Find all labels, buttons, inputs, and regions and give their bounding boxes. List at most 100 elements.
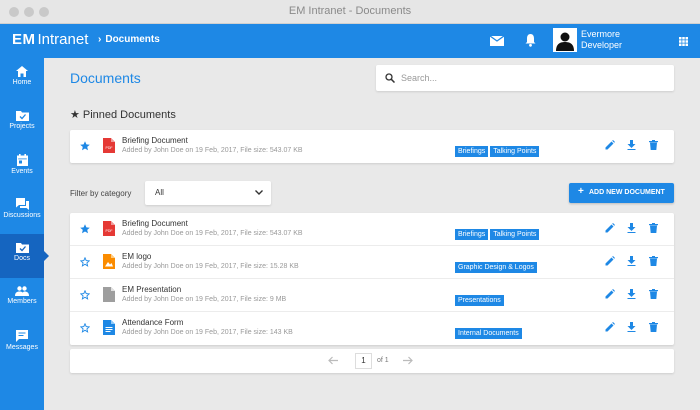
pinned-heading-text: Pinned Documents [82,109,176,121]
search-box [376,65,674,91]
sidebar-item-members[interactable]: Members [0,278,44,322]
mail-icon[interactable] [490,36,504,46]
svg-text:PDF: PDF [106,229,113,233]
sidebar-item-home[interactable]: Home [0,58,44,102]
avatar[interactable] [553,28,577,52]
docs-folder-icon [15,243,29,253]
download-icon[interactable] [627,289,636,299]
app-logo[interactable]: EM Intranet [12,31,88,48]
document-meta: Added by John Doe on 19 Feb, 2017, File … [122,147,303,154]
document-meta: Added by John Doe on 19 Feb, 2017, File … [122,263,299,270]
tag-badge[interactable]: Briefings [455,229,489,240]
category-select-value: All [155,188,164,197]
doc-file-icon [103,320,115,335]
delete-trash-icon[interactable] [649,289,658,299]
star-filled-icon[interactable] [80,141,90,151]
window-titlebar: EM Intranet - Documents [0,0,700,24]
table-row[interactable]: EM Presentation Added by John Doe on 19 … [70,279,674,312]
tag-badge[interactable]: Presentations [455,295,504,306]
apps-grid-icon[interactable] [679,37,688,46]
document-name[interactable]: Attendance Form [122,318,183,327]
logo-text: Intranet [37,31,89,48]
tag-list: Graphic Design & Logos [455,256,539,274]
edit-pencil-icon[interactable] [605,140,615,150]
arrow-left-icon[interactable] [328,356,338,365]
table-row[interactable]: Attendance Form Added by John Doe on 19 … [70,312,674,345]
document-meta: Added by John Doe on 19 Feb, 2017, File … [122,329,293,336]
tag-list: Presentations [455,289,506,307]
filter-label: Filter by category [70,189,132,198]
add-new-document-button[interactable]: + ADD NEW DOCUMENT [569,183,674,203]
sidebar-item-label: Discussions [3,212,41,219]
search-icon [385,73,395,83]
chat-icon [15,198,29,210]
sidebar-item-discussions[interactable]: Discussions [0,190,44,234]
sidebar-item-docs[interactable]: Docs [0,234,49,278]
tag-list: Briefings Talking Points [455,140,541,158]
document-meta: Added by John Doe on 19 Feb, 2017, File … [122,230,303,237]
delete-trash-icon[interactable] [649,256,658,266]
plus-icon: + [578,186,584,197]
presentation-file-icon [103,287,115,302]
table-row[interactable]: EM logo Added by John Doe on 19 Feb, 201… [70,246,674,279]
tag-list: Briefings Talking Points [455,223,541,241]
star-filled-icon[interactable] [80,224,90,234]
download-icon[interactable] [627,322,636,332]
home-icon [16,66,28,77]
tag-badge[interactable]: Talking Points [490,146,540,157]
category-select[interactable]: All [145,181,271,205]
search-input[interactable] [401,69,661,87]
documents-table: PDF Briefing Document Added by John Doe … [70,213,674,345]
chevron-down-icon [255,190,263,195]
pdf-file-icon: PDF [103,138,115,153]
window-title: EM Intranet - Documents [288,5,412,17]
tag-badge[interactable]: Talking Points [490,229,540,240]
sidebar-item-label: Docs [14,255,30,262]
document-name[interactable]: Briefing Document [122,219,188,228]
folder-check-icon [15,111,29,121]
download-icon[interactable] [627,140,636,150]
star-outline-icon[interactable] [80,290,90,300]
svg-text:PDF: PDF [106,146,113,150]
pdf-file-icon: PDF [103,221,115,236]
image-file-icon [103,254,115,269]
download-icon[interactable] [627,223,636,233]
arrow-right-icon[interactable] [403,356,413,365]
star-outline-icon[interactable] [80,323,90,333]
sidebar-item-messages[interactable]: Messages [0,322,44,366]
sidebar-item-label: Members [7,298,37,305]
document-name[interactable]: Briefing Document [122,136,188,145]
user-name[interactable]: Evermore Developer [581,29,622,51]
sidebar-item-label: Events [11,168,33,175]
bell-icon[interactable] [525,33,536,47]
chevron-right-icon: › [98,34,102,45]
document-name[interactable]: EM Presentation [122,285,181,294]
pinned-heading: ★ Pinned Documents [70,108,176,121]
page-total: of 1 [377,357,389,364]
edit-pencil-icon[interactable] [605,322,615,332]
sidebar-nav: Home Projects Events Discussions Docs Me… [0,58,49,410]
tag-badge[interactable]: Internal Documents [455,328,522,339]
tag-badge[interactable]: Graphic Design & Logos [455,262,537,273]
sidebar-item-events[interactable]: Events [0,146,44,190]
sidebar-item-projects[interactable]: Projects [0,102,44,146]
delete-trash-icon[interactable] [649,322,658,332]
edit-pencil-icon[interactable] [605,289,615,299]
download-icon[interactable] [627,256,636,266]
table-row[interactable]: PDF Briefing Document Added by John Doe … [70,130,674,163]
edit-pencil-icon[interactable] [605,256,615,266]
delete-trash-icon[interactable] [649,223,658,233]
breadcrumb: › Documents [98,34,160,45]
sidebar-item-label: Home [12,79,32,86]
pinned-documents-card: PDF Briefing Document Added by John Doe … [70,130,674,163]
sidebar-item-label: Messages [6,344,38,351]
logo-mark: EM [12,31,36,48]
calendar-icon [16,154,28,166]
table-row[interactable]: PDF Briefing Document Added by John Doe … [70,213,674,246]
page-number-input[interactable]: 1 [355,353,372,369]
edit-pencil-icon[interactable] [605,223,615,233]
star-outline-icon[interactable] [80,257,90,267]
document-name[interactable]: EM logo [122,252,151,261]
tag-badge[interactable]: Briefings [455,146,489,157]
delete-trash-icon[interactable] [649,140,658,150]
